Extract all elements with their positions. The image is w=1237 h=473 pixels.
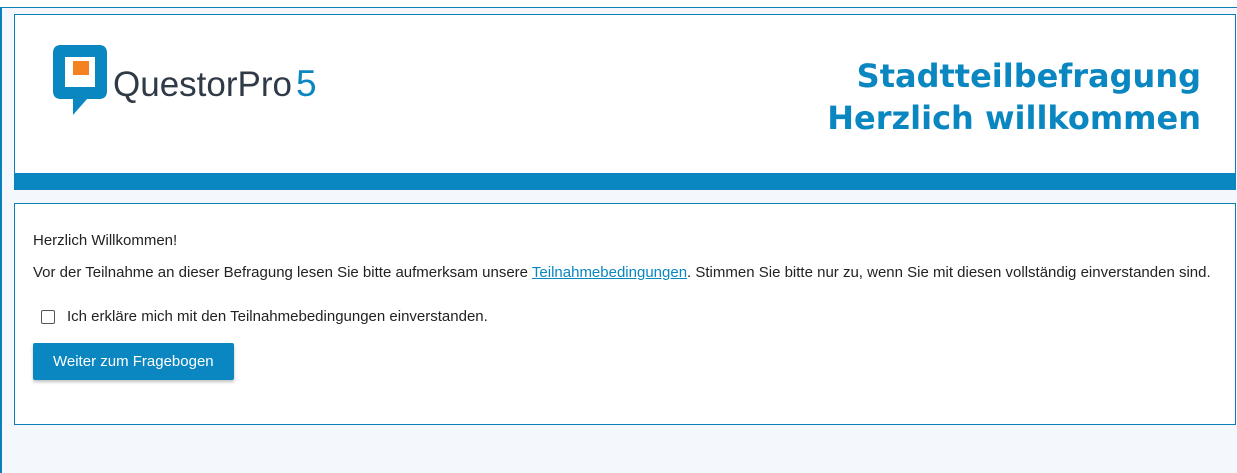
continue-button[interactable]: Weiter zum Fragebogen <box>33 343 234 380</box>
intro-paragraph: Vor der Teilnahme an dieser Befragung le… <box>33 262 1217 284</box>
questorpro-logo: QuestorPro 5 <box>51 43 317 117</box>
consent-row[interactable]: Ich erkläre mich mit den Teilnahmebeding… <box>41 306 1217 328</box>
survey-header: QuestorPro 5 Stadtteilbefragung Herzlich … <box>14 14 1236 190</box>
logo-wordmark: QuestorPro 5 <box>113 63 317 105</box>
logo-version: 5 <box>295 63 317 104</box>
page-title: Stadtteilbefragung Herzlich willkommen <box>827 55 1201 139</box>
intro-text-after-link: . Stimmen Sie bitte nur zu, wenn Sie mit… <box>687 264 1211 281</box>
logo-name: QuestorPro <box>113 65 292 104</box>
consent-checkbox[interactable] <box>41 310 55 324</box>
header-accent-bar <box>15 173 1235 190</box>
greeting-text: Herzlich Willkommen! <box>33 232 178 249</box>
terms-link[interactable]: Teilnahmebedingungen <box>532 264 687 281</box>
intro-text-before-link: Vor der Teilnahme an dieser Befragung le… <box>33 264 532 281</box>
welcome-title: Herzlich willkommen <box>827 99 1201 137</box>
questorpro-logo-icon <box>53 45 107 115</box>
survey-title: Stadtteilbefragung <box>856 57 1201 95</box>
welcome-panel: Herzlich Willkommen! Vor der Teilnahme a… <box>14 203 1236 425</box>
consent-label[interactable]: Ich erkläre mich mit den Teilnahmebeding… <box>67 306 488 328</box>
